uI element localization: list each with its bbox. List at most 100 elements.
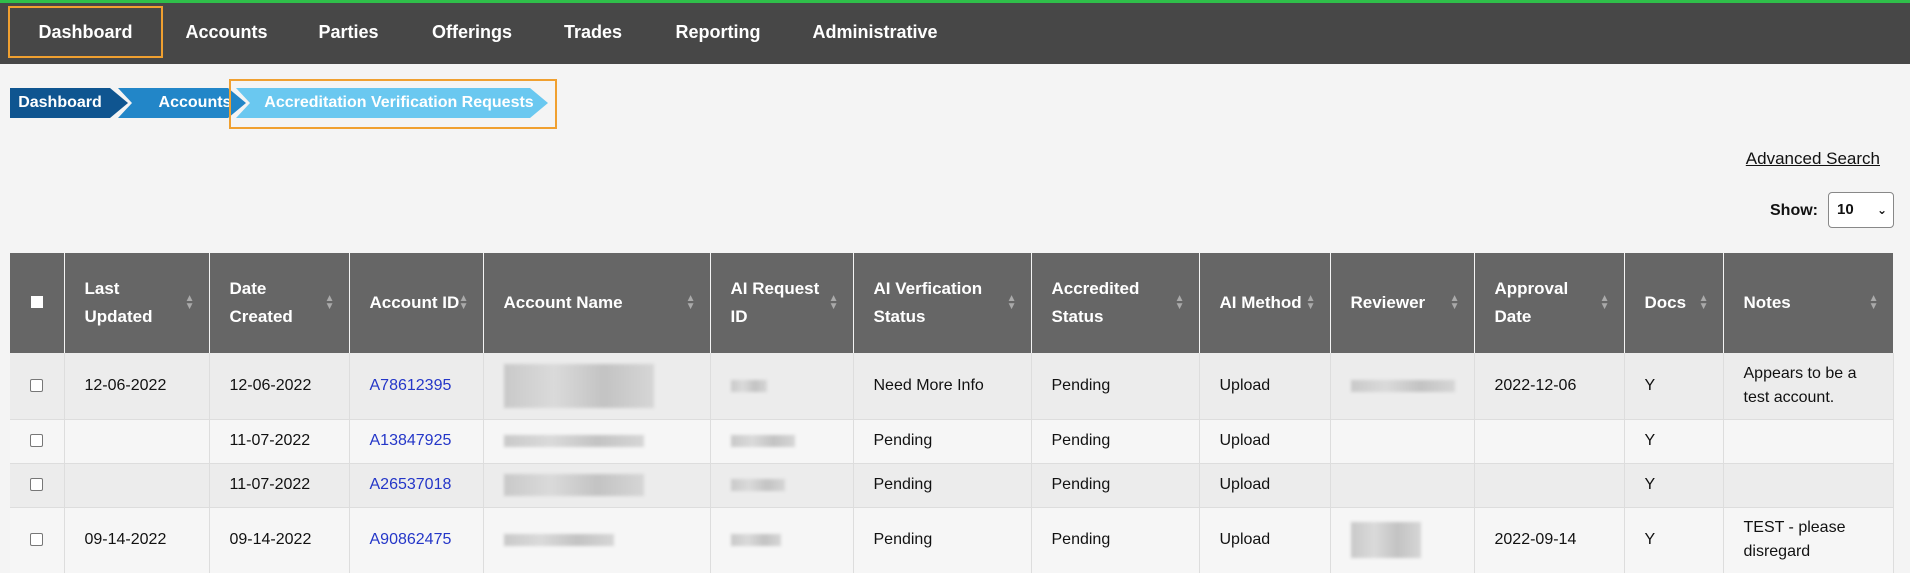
column-notes[interactable]: Notes ▲ ▼ [1723, 253, 1894, 353]
cell-ai-method: Upload [1199, 353, 1331, 420]
cell-ai-request-id-redacted [710, 353, 854, 420]
cell-ai-request-id-redacted [710, 419, 854, 464]
sort-icon: ▲ ▼ [828, 293, 839, 312]
column-reviewer[interactable]: Reviewer ▲ ▼ [1330, 253, 1475, 353]
table-header-row: Last Updated ▲ ▼ Date Created ▲ ▼ Account ID… [10, 253, 1894, 353]
nav-administrative[interactable]: Administrative [800, 6, 950, 58]
cell-docs: Y [1624, 507, 1724, 573]
cell-approval-date [1474, 463, 1625, 508]
redacted-reviewer [1350, 522, 1421, 558]
breadcrumb-accounts[interactable]: Accounts [118, 88, 246, 118]
header-label: Account Name [503, 293, 623, 312]
cell-approval-date: 2022-12-06 [1474, 353, 1625, 420]
sort-icon: ▲ ▼ [324, 293, 335, 312]
sort-icon: ▲ ▼ [1449, 293, 1460, 312]
advanced-search-link[interactable]: Advanced Search [1746, 149, 1880, 169]
cell-reviewer [1330, 419, 1475, 464]
row-checkbox[interactable] [10, 419, 65, 464]
cell-ai-method: Upload [1199, 463, 1331, 508]
cell-last-updated: 09-14-2022 [64, 507, 210, 573]
sort-icon: ▲ ▼ [1698, 293, 1709, 312]
row-checkbox[interactable] [10, 507, 65, 573]
nav-dashboard[interactable]: Dashboard [8, 6, 163, 58]
cell-account-id[interactable]: A26537018 [349, 463, 484, 508]
cell-last-updated [64, 419, 210, 464]
cell-account-id[interactable]: A90862475 [349, 507, 484, 573]
nav-offerings[interactable]: Offerings [418, 6, 526, 58]
column-ai-verification-status[interactable]: AI Verfication Status ▲ ▼ [853, 253, 1032, 353]
account-id-link[interactable]: A90862475 [370, 531, 452, 548]
cell-date-created: 12-06-2022 [209, 353, 350, 420]
table-row[interactable]: 11-07-2022 A26537018 Pending Pending Upl… [10, 463, 1894, 508]
cell-account-id[interactable]: A78612395 [349, 353, 484, 420]
redacted-account-name [503, 363, 654, 408]
cell-date-created: 11-07-2022 [209, 463, 350, 508]
row-checkbox-box[interactable] [30, 533, 44, 547]
column-account-name[interactable]: Account Name ▲ ▼ [483, 253, 711, 353]
page-size-value: 10 [1837, 201, 1854, 218]
cell-reviewer-redacted [1330, 507, 1475, 573]
cell-ai-status: Need More Info [853, 353, 1032, 420]
select-all-checkbox[interactable] [10, 253, 65, 353]
sort-icon: ▲ ▼ [1174, 293, 1185, 312]
nav-trades[interactable]: Trades [548, 6, 638, 58]
page-size-select[interactable]: 10 ⌄ [1828, 192, 1894, 228]
redacted-request-id [730, 379, 767, 392]
row-checkbox[interactable] [10, 463, 65, 508]
redacted-account-name [503, 533, 614, 546]
cell-notes: TEST - please disregard [1723, 507, 1894, 573]
redacted-request-id [730, 478, 785, 491]
sort-icon: ▲ ▼ [1006, 293, 1017, 312]
cell-approval-date: 2022-09-14 [1474, 507, 1625, 573]
table-row[interactable]: 12-06-2022 12-06-2022 A78612395 Need Mor… [10, 353, 1894, 420]
column-date-created[interactable]: Date Created ▲ ▼ [209, 253, 350, 353]
row-checkbox-box[interactable] [30, 434, 44, 448]
row-checkbox[interactable] [10, 353, 65, 420]
table-row[interactable]: 11-07-2022 A13847925 Pending Pending Upl… [10, 419, 1894, 464]
table-row[interactable]: 09-14-2022 09-14-2022 A90862475 Pending … [10, 507, 1894, 573]
redacted-request-id [730, 533, 781, 546]
cell-ai-request-id-redacted [710, 507, 854, 573]
cell-account-name-redacted [483, 463, 711, 508]
column-last-updated[interactable]: Last Updated ▲ ▼ [64, 253, 210, 353]
cell-docs: Y [1624, 463, 1724, 508]
header-label: Accredited Status [1051, 279, 1140, 326]
row-checkbox-box[interactable] [30, 379, 44, 393]
cell-ai-status: Pending [853, 507, 1032, 573]
cell-ai-status: Pending [853, 419, 1032, 464]
header-label: AI Method [1219, 293, 1302, 312]
nav-accounts[interactable]: Accounts [168, 6, 285, 58]
header-label: Approval Date [1494, 279, 1569, 326]
cell-docs: Y [1624, 419, 1724, 464]
nav-parties[interactable]: Parties [300, 6, 397, 58]
column-docs[interactable]: Docs ▲ ▼ [1624, 253, 1724, 353]
row-checkbox-box[interactable] [30, 478, 44, 492]
show-label: Show: [1770, 202, 1818, 219]
cell-notes [1723, 419, 1894, 464]
select-all-checkbox-box[interactable] [30, 296, 43, 308]
column-ai-request-id[interactable]: AI Request ID ▲ ▼ [710, 253, 854, 353]
column-ai-method[interactable]: AI Method ▲ ▼ [1199, 253, 1331, 353]
header-label: Docs [1644, 293, 1687, 312]
account-id-link[interactable]: A13847925 [370, 432, 452, 449]
sort-icon: ▲ ▼ [1599, 293, 1610, 312]
nav-reporting[interactable]: Reporting [664, 6, 772, 58]
cell-notes: Appears to be a test account. [1723, 353, 1894, 420]
cell-notes [1723, 463, 1894, 508]
column-account-id[interactable]: Account ID ▲ ▼ [349, 253, 484, 353]
breadcrumb-dashboard[interactable]: Dashboard [10, 88, 128, 118]
accreditation-requests-table: Last Updated ▲ ▼ Date Created ▲ ▼ Account ID… [10, 253, 1894, 573]
column-accredited-status[interactable]: Accredited Status ▲ ▼ [1031, 253, 1200, 353]
column-approval-date[interactable]: Approval Date ▲ ▼ [1474, 253, 1625, 353]
cell-last-updated [64, 463, 210, 508]
account-id-link[interactable]: A78612395 [370, 377, 452, 394]
cell-account-id[interactable]: A13847925 [349, 419, 484, 464]
cell-ai-method: Upload [1199, 419, 1331, 464]
cell-accredited-status: Pending [1031, 419, 1200, 464]
cell-accredited-status: Pending [1031, 507, 1200, 573]
sort-icon: ▲ ▼ [685, 293, 696, 312]
account-id-link[interactable]: A26537018 [370, 476, 452, 493]
cell-approval-date [1474, 419, 1625, 464]
header-label: Notes [1743, 293, 1791, 312]
cell-date-created: 11-07-2022 [209, 419, 350, 464]
